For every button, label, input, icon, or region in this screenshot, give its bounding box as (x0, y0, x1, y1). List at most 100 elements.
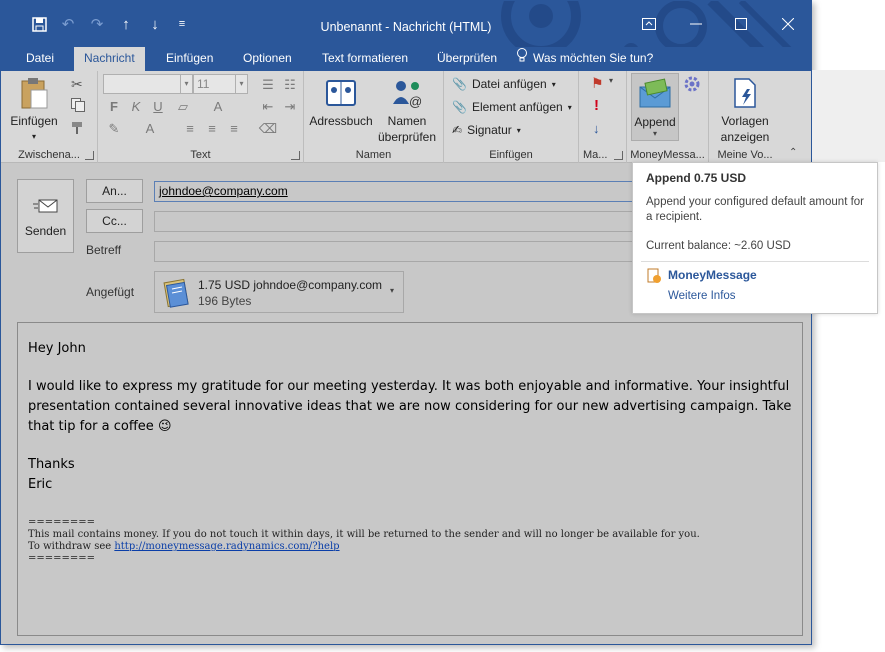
italic-button[interactable]: K (126, 97, 146, 117)
tab-nachricht[interactable]: Nachricht (74, 47, 145, 71)
lightbulb-icon (516, 47, 528, 71)
templates-label-2: anzeigen (720, 130, 770, 144)
more-info-link[interactable]: Weitere Infos (668, 290, 736, 302)
paste-button[interactable]: Einfügen ▾ (9, 75, 59, 145)
signature-icon: ✍ (452, 123, 463, 137)
clipboard-launcher-icon[interactable] (85, 151, 94, 160)
send-label: Senden (24, 224, 67, 238)
to-button[interactable]: An... (86, 179, 143, 203)
text-launcher-icon[interactable] (291, 151, 300, 160)
money-envelope-icon (638, 77, 672, 111)
tab-einfuegen[interactable]: Einfügen (156, 47, 223, 71)
check-names-icon: @ (389, 75, 425, 111)
underline-button[interactable]: U (148, 97, 168, 117)
copy-icon[interactable] (71, 98, 85, 117)
check-names-button[interactable]: @ Namen überprüfen (374, 75, 440, 145)
withdraw-link[interactable]: http://moneymessage.radynamics.com/?help (114, 541, 339, 552)
address-book-icon (323, 75, 359, 111)
font-color-icon[interactable]: A (208, 97, 228, 117)
follow-up-flag-icon[interactable]: ⚑ (591, 75, 604, 92)
format-painter-icon[interactable] (71, 121, 87, 140)
bullets-icon[interactable]: ☰ (258, 75, 278, 95)
close-icon[interactable] (773, 11, 803, 37)
tooltip-balance: Current balance: ~2.60 USD (646, 240, 791, 252)
templates-label-1: Vorlagen (721, 114, 769, 128)
tell-me-box[interactable]: Was möchten Sie tun? (516, 47, 653, 71)
body-closing: Thanks (28, 457, 75, 472)
signature-separator-bottom: ======== (28, 553, 96, 564)
attachment-size: 196 Bytes (198, 294, 252, 308)
title-bar: ↶ ↷ ↑ ↓ ≡ Unbenannt - Nachricht (HTML) (1, 1, 811, 47)
money-note: This mail contains money. If you do not … (28, 529, 700, 540)
append-label: Append (634, 115, 676, 129)
font-name-combo[interactable]: ▾ (103, 74, 193, 94)
tab-optionen[interactable]: Optionen (233, 47, 302, 71)
group-include: 📎 Datei anfügen ▾ 📎 Element anfügen ▾ ✍ … (444, 71, 579, 163)
attach-item-button[interactable]: 📎 Element anfügen ▾ (452, 97, 572, 117)
align-center-icon[interactable]: ≡ (202, 119, 222, 139)
body-signature-name: Eric (28, 477, 53, 492)
highlight-icon[interactable]: ▱ (173, 97, 193, 117)
clear-formatting-icon[interactable]: ⌫ (258, 119, 278, 139)
check-names-label-2: überprüfen (377, 130, 437, 144)
chevron-down-icon[interactable]: ▾ (390, 286, 394, 295)
append-tooltip: Append 0.75 USD Append your configured d… (632, 162, 878, 314)
paste-dropdown-icon[interactable]: ▾ (9, 129, 59, 145)
align-right-icon[interactable]: ≡ (224, 119, 244, 139)
ribbon-display-options-icon[interactable] (634, 11, 664, 37)
group-templates: Vorlagen anzeigen Meine Vo... (709, 71, 781, 163)
moneymessage-addin-icon (646, 268, 662, 284)
signature-button[interactable]: ✍ Signatur ▾ (452, 120, 521, 140)
attach-file-button[interactable]: 📎 Datei anfügen ▾ (452, 74, 556, 94)
chevron-down-icon: ▾ (567, 102, 572, 112)
view-templates-button[interactable]: Vorlagen anzeigen (713, 75, 777, 145)
chevron-down-icon: ▾ (551, 79, 556, 89)
tooltip-description: Append your configured default amount fo… (646, 196, 865, 223)
send-button[interactable]: Senden (17, 179, 74, 253)
cut-icon[interactable]: ✂ (71, 76, 83, 93)
ribbon-tabs: Datei Nachricht Einfügen Optionen Text f… (1, 47, 811, 71)
tab-text-formatieren[interactable]: Text formatieren (312, 47, 418, 71)
bold-button[interactable]: F (104, 97, 124, 117)
chevron-down-icon[interactable]: ▾ (609, 76, 613, 85)
group-tags: ⚑ ▾ ! ↓ Ma... (579, 71, 627, 163)
cc-button[interactable]: Cc... (86, 209, 143, 233)
winking-face-icon: 😉 (157, 419, 172, 434)
font-color-a-icon[interactable]: A (140, 119, 160, 139)
group-moneymessage: Append ▾ MoneyMessa... (627, 71, 709, 163)
attachment-chip[interactable]: 1.75 USD johndoe@company.com 196 Bytes ▾ (154, 271, 404, 313)
increase-indent-icon[interactable]: ⇥ (280, 97, 300, 117)
gear-icon[interactable] (683, 75, 701, 93)
tab-datei[interactable]: Datei (16, 47, 64, 71)
address-book-label: Adressbuch (309, 114, 373, 128)
message-body[interactable]: Hey John I would like to express my grat… (17, 322, 803, 636)
highlight-color-icon[interactable]: ✎ (104, 119, 124, 139)
attached-label: Angefügt (86, 285, 135, 299)
font-size-combo[interactable]: 11 ▾ (193, 74, 248, 94)
address-book-button[interactable]: Adressbuch (308, 75, 374, 129)
decrease-indent-icon[interactable]: ⇤ (258, 97, 278, 117)
chevron-down-icon: ▾ (652, 129, 657, 138)
chevron-down-icon: ▾ (516, 125, 521, 135)
attachment-name: 1.75 USD johndoe@company.com (198, 278, 383, 292)
templates-group-label: Meine Vo... (717, 149, 773, 161)
collapse-ribbon-icon[interactable]: ⌃ (789, 147, 797, 158)
tags-launcher-icon[interactable] (614, 151, 623, 160)
tab-ueberpruefen[interactable]: Überprüfen (427, 47, 507, 71)
notepad-icon (160, 278, 190, 308)
minimize-icon[interactable] (681, 11, 711, 37)
to-recipient[interactable]: johndoe@company.com (159, 184, 288, 198)
chevron-down-icon: ▾ (180, 75, 192, 93)
numbering-icon[interactable]: ☷ (280, 75, 300, 95)
attach-file-label: Datei anfügen (471, 77, 547, 91)
subject-label: Betreff (86, 243, 122, 257)
maximize-icon[interactable] (726, 11, 756, 37)
clipboard-group-label: Zwischena... (18, 149, 80, 161)
low-importance-icon[interactable]: ↓ (593, 121, 600, 136)
append-button[interactable]: Append ▾ (631, 73, 679, 141)
high-importance-icon[interactable]: ! (594, 97, 599, 114)
check-names-label-1: Namen (387, 114, 427, 128)
signature-separator-top: ======== (28, 517, 96, 528)
align-left-icon[interactable]: ≡ (180, 119, 200, 139)
group-text: ▾ 11 ▾ ☰ ☷ F K U ▱ A ⇤ ⇥ ✎ A ≡ ≡ ≡ ⌫ Tex… (98, 71, 304, 163)
